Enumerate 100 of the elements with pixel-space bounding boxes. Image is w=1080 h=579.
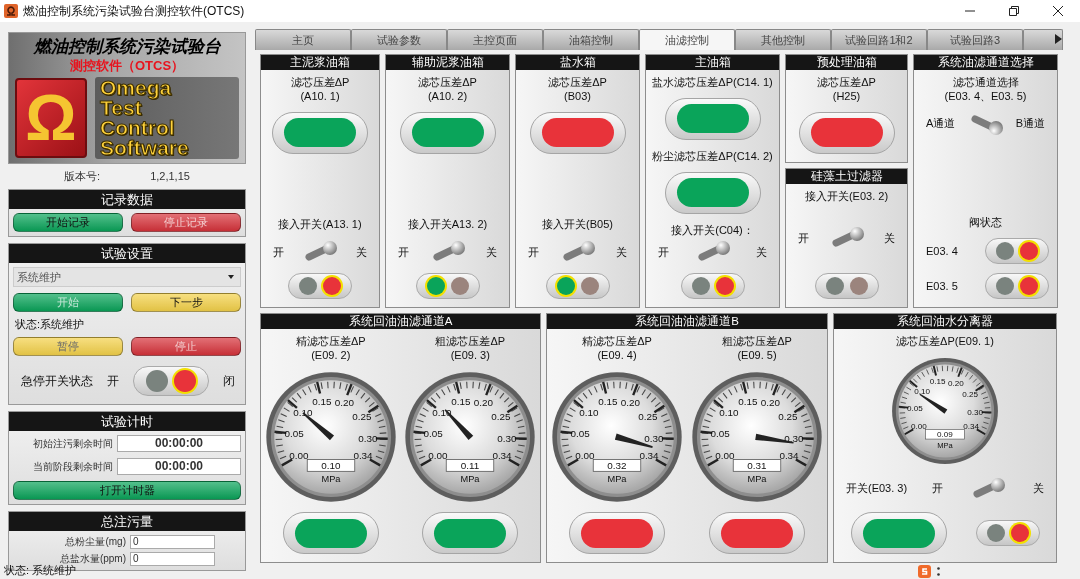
scale-label: 0.00 <box>715 450 735 462</box>
off-label: B通道 <box>1015 117 1045 131</box>
field-label: 总粉尘量(mg) <box>65 536 126 549</box>
logo-emblem: Ω <box>15 78 87 158</box>
dropdown-field[interactable]: 系统维护 <box>13 267 241 288</box>
tab[interactable]: 油滤控制 <box>639 29 735 50</box>
field-label: 阀状态 <box>969 215 1002 230</box>
valve-label: E03. 5 <box>926 279 958 294</box>
on-label: 开 <box>273 245 284 260</box>
valve-label: E03. 4 <box>926 244 958 259</box>
field-label: 总盐水量(ppm) <box>59 553 126 565</box>
tab[interactable]: 其他控制 <box>735 29 831 50</box>
off-label: 关 <box>356 245 367 260</box>
on-label: A通道 <box>926 117 956 131</box>
field-label: 接入开关(B05) <box>542 217 613 232</box>
scale-label: 0.15 <box>598 396 618 408</box>
time-field: 00:00:00 <box>117 435 241 453</box>
unit-label: MPa <box>460 474 480 485</box>
status-text: 状态: 系统维护 <box>4 564 77 578</box>
field-label: 初始注污剩余时间 <box>33 437 113 450</box>
field-label: 粉尘滤芯压差ΔP(C14. 2) <box>652 148 773 163</box>
scale-label: 0.34 <box>492 450 512 462</box>
tab[interactable]: 主控页面 <box>447 29 543 50</box>
tab[interactable] <box>1023 29 1063 50</box>
switch-label: 开关(E03. 3) <box>846 482 908 496</box>
panel-header: 系统回油油滤通道A <box>261 314 540 330</box>
panel-header: 预处理油箱 <box>786 54 907 70</box>
input-field[interactable]: 0 <box>130 535 215 550</box>
window-title: 燃油控制系统污染试验台测控软件(OTCS) <box>23 3 245 19</box>
scale-label: 0.20 <box>620 397 640 409</box>
scale-label: 0.10 <box>579 407 599 419</box>
panel-header: 总注污量 <box>9 512 245 532</box>
action-button[interactable]: 打开计时器 <box>13 481 241 501</box>
scale-label: 0.34 <box>779 450 799 462</box>
version-label: 版本号: <box>64 170 101 184</box>
on-label: 开 <box>798 231 809 245</box>
scale-label: 0.00 <box>289 450 309 462</box>
action-button[interactable]: 下一步 <box>131 293 241 313</box>
field-label: 接入开关(C04)： <box>671 222 754 237</box>
input-field[interactable]: 0 <box>130 552 215 567</box>
time-field: 00:00:00 <box>117 458 241 476</box>
tab[interactable]: 油箱控制 <box>543 29 639 50</box>
scale-label: 0.20 <box>334 397 354 409</box>
on-label: 开 <box>932 482 944 496</box>
panel-header: 系统油滤通道选择 <box>914 54 1057 70</box>
panel-header: 系统回油油滤通道B <box>547 314 827 330</box>
panel-header: 主油箱 <box>646 54 779 70</box>
field-label: 粗滤芯压差ΔP (E09. 5) <box>722 334 792 363</box>
scale-label: 0.34 <box>353 450 373 462</box>
scale-label: 0.15 <box>451 396 471 408</box>
scale-label: 0.30 <box>644 433 664 445</box>
scale-label: 0.25 <box>638 411 658 423</box>
off-label: 关 <box>756 245 767 260</box>
field-label: 粗滤芯压差ΔP (E09. 3) <box>435 334 506 363</box>
scale-label: 0.25 <box>778 411 798 423</box>
tab[interactable]: 主页 <box>255 29 351 50</box>
scale-label: 0.05 <box>710 428 730 440</box>
restore-icon[interactable] <box>1009 6 1019 16</box>
scale-label: 0.20 <box>473 397 494 409</box>
panel-header: 辅助泥浆油箱 <box>386 54 509 70</box>
scale-label: 0.10 <box>719 407 739 419</box>
field-label: 精滤芯压差ΔP (E09. 4) <box>582 334 652 363</box>
reading-field: 0.31 <box>732 459 782 473</box>
off-label: 闭 <box>223 374 235 389</box>
action-button[interactable]: 开始记录 <box>13 213 123 233</box>
field-label: 滤芯压差ΔP(E09. 1) <box>896 334 994 349</box>
panel-header: 记录数据 <box>9 190 245 210</box>
field-label: 当前阶段剩余时间 <box>33 460 113 473</box>
more-icon[interactable] <box>937 566 940 576</box>
field-label: 盐水滤芯压差ΔP(C14. 1) <box>652 74 773 89</box>
tab[interactable]: 试验回路3 <box>927 29 1023 50</box>
off-label: 关 <box>486 245 497 260</box>
tab[interactable]: 试验参数 <box>351 29 447 50</box>
close-icon[interactable] <box>1053 6 1063 16</box>
field-label: 接入开关A13. 2) <box>407 217 488 232</box>
scale-label: 0.30 <box>497 433 517 445</box>
scale-label: 0.05 <box>570 428 590 440</box>
field-label: 接入开关(A13. 1) <box>278 217 362 232</box>
panel-header: 硅藻土过滤器 <box>786 168 907 184</box>
status-text: 状态:系统维护 <box>14 318 86 332</box>
scale-label: 0.05 <box>423 428 444 440</box>
scale-label: 0.25 <box>351 411 372 423</box>
scale-label: 0.25 <box>491 411 511 423</box>
field-label: 滤芯压差ΔP (H25) <box>817 74 876 103</box>
field-label: 滤芯压差ΔP (A10. 1) <box>290 74 350 103</box>
field-label: 滤芯通道选择 (E03. 4、E03. 5) <box>944 74 1027 103</box>
panel-header: 系统回油水分离器 <box>834 314 1056 330</box>
scale-label: 0.05 <box>284 428 304 440</box>
scroll-right-icon[interactable] <box>1055 34 1062 44</box>
input-method-icon[interactable] <box>918 564 931 578</box>
tab[interactable]: 试验回路1和2 <box>831 29 927 50</box>
scale-label: 0.00 <box>575 450 595 462</box>
logo-wordmark: Omega Test Control Software <box>95 77 239 159</box>
scale-label: 0.20 <box>760 397 780 409</box>
reading-field: 0.11 <box>446 459 495 473</box>
off-label: 关 <box>616 245 627 260</box>
scale-label: 0.15 <box>312 396 332 408</box>
off-label: 关 <box>884 231 895 245</box>
field-label: 接入开关(E03. 2) <box>804 188 889 203</box>
unit-label: MPa <box>747 474 767 485</box>
